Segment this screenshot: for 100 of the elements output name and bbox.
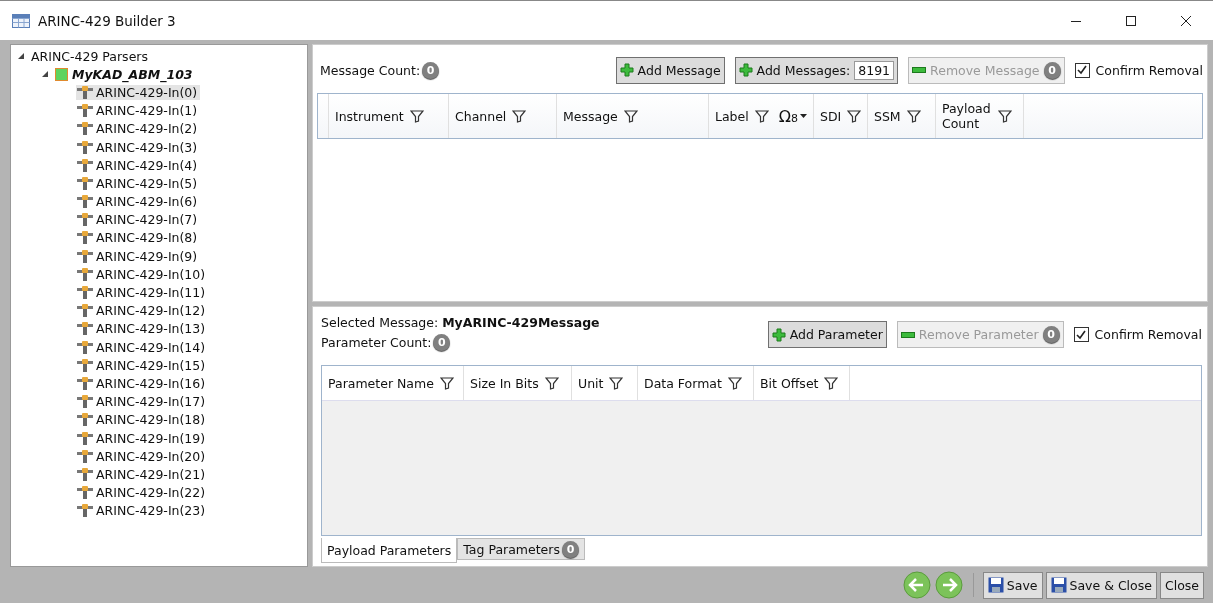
message-count-label: Message Count: [320,62,421,78]
tree-item[interactable]: ARINC-429-In(18) [76,412,209,428]
connector-icon [76,485,94,501]
tree-item[interactable]: ARINC-429-In(8) [76,230,201,246]
filter-icon[interactable] [439,376,454,390]
tree-item[interactable]: ARINC-429-In(1) [76,103,201,119]
toolbar-button[interactable]: Add Parameter [767,321,887,348]
collapse-arrow-icon[interactable] [41,70,49,79]
column-header[interactable]: Bit Offset [754,366,850,400]
connector-icon [76,103,94,119]
checkbox-label: Confirm Removal [1095,62,1203,78]
footer-button[interactable]: Close [1159,571,1204,599]
count-badge: 0 [1043,61,1061,79]
tree-item[interactable]: ARINC-429-In(3) [76,139,201,155]
column-header[interactable]: Size In Bits [464,366,572,400]
connector-icon [76,503,94,519]
tree-item[interactable]: ARINC-429-In(5) [76,175,201,191]
tree-item[interactable]: ARINC-429-In(4) [76,157,201,173]
tree-item[interactable]: ARINC-429-In(23) [76,503,209,519]
plus-icon [771,327,786,342]
connector-icon [76,412,94,428]
selected-message-label: Selected Message: [321,315,439,330]
count-badge: 0 [1042,326,1060,343]
count-input[interactable]: 8191 [854,60,895,80]
column-header[interactable]: Channel [449,94,557,138]
tree-item[interactable]: ARINC-429-In(2) [76,121,201,137]
filter-icon[interactable] [754,109,769,123]
tree-item[interactable]: ARINC-429 Parsers [31,48,148,64]
column-header[interactable]: Instrument [329,94,449,138]
filter-icon[interactable] [847,109,862,123]
tree-item[interactable]: ARINC-429-In(22) [76,485,209,501]
column-header[interactable]: SDI [813,94,868,138]
connector-icon [76,394,94,410]
column-header[interactable]: Unit [572,366,638,400]
connector-icon [76,84,94,100]
connector-icon [76,303,94,319]
count-badge: 0 [422,61,440,79]
dropdown-caret-icon[interactable] [799,114,807,118]
tree-item[interactable]: ARINC-429-In(20) [76,448,209,464]
tree-item[interactable]: ARINC-429-In(17) [76,394,209,410]
column-header[interactable]: SSM [867,94,936,138]
filter-icon[interactable] [997,109,1012,123]
tree-item[interactable]: ARINC-429-In(19) [76,430,209,446]
filter-icon[interactable] [544,376,559,390]
tree-item[interactable]: ARINC-429-In(13) [76,321,209,337]
filter-icon[interactable] [409,109,424,123]
connector-icon [76,157,94,173]
close-icon[interactable] [1181,15,1191,26]
footer-button[interactable]: Save & Close [1045,571,1157,599]
connector-icon [76,321,94,337]
tree-item[interactable]: ARINC-429-In(21) [76,466,209,482]
toolbar-button[interactable]: Add Messages: 8191 [734,56,899,84]
tab[interactable]: Tag Parameters 0 [457,538,585,560]
tab[interactable]: Payload Parameters [321,538,458,563]
filter-icon[interactable] [824,376,839,390]
connector-icon [76,175,94,191]
connector-icon [76,357,94,373]
connector-icon [76,121,94,137]
tree-item[interactable]: ARINC-429-In(7) [76,212,201,228]
plus-icon [619,63,634,77]
filter-icon[interactable] [906,109,921,123]
filter-icon[interactable] [512,109,527,123]
connector-icon [76,212,94,228]
tree-item[interactable]: ARINC-429-In(0) [76,84,201,100]
column-header[interactable]: Parameter Name [322,366,464,400]
filter-icon[interactable] [609,376,624,390]
maximize-icon[interactable] [1126,15,1136,26]
tree-item[interactable]: MyKAD_ABM_103 [72,66,193,82]
minus-icon [900,331,915,338]
collapse-arrow-icon[interactable] [17,52,25,61]
tree-item[interactable]: ARINC-429-In(12) [76,303,209,319]
connector-icon [76,430,94,446]
count-badge: 0 [561,540,579,558]
tree-item[interactable]: ARINC-429-In(9) [76,248,201,264]
tree-item[interactable]: ARINC-429-In(15) [76,357,209,373]
checkbox-label: Confirm Removal [1094,327,1202,342]
toolbar-button[interactable]: Add Message [615,56,725,84]
tree-item[interactable]: ARINC-429-In(16) [76,375,209,391]
minus-icon [912,67,927,73]
tree-item[interactable]: ARINC-429-In(11) [76,285,209,301]
device-icon [55,67,68,81]
tree-item[interactable]: ARINC-429-In(10) [76,266,209,282]
filter-icon[interactable] [727,376,742,390]
count-badge: 0 [433,334,451,351]
connector-icon [76,466,94,482]
connector-icon [76,248,94,264]
connector-icon [76,230,94,246]
checkbox[interactable] [1073,327,1089,342]
footer-button[interactable]: Save [982,571,1043,599]
tree-item[interactable]: ARINC-429-In(14) [76,339,209,355]
filter-icon[interactable] [623,109,638,123]
table-icon [12,13,30,28]
tree-item[interactable]: ARINC-429-In(6) [76,194,201,210]
column-header[interactable]: Data Format [638,366,754,400]
column-header[interactable]: Payload Count [935,94,1024,138]
checkbox[interactable] [1074,62,1090,78]
plus-icon [738,63,753,77]
connector-icon [76,448,94,464]
connector-icon [76,194,94,210]
column-header[interactable]: Message [557,94,709,138]
